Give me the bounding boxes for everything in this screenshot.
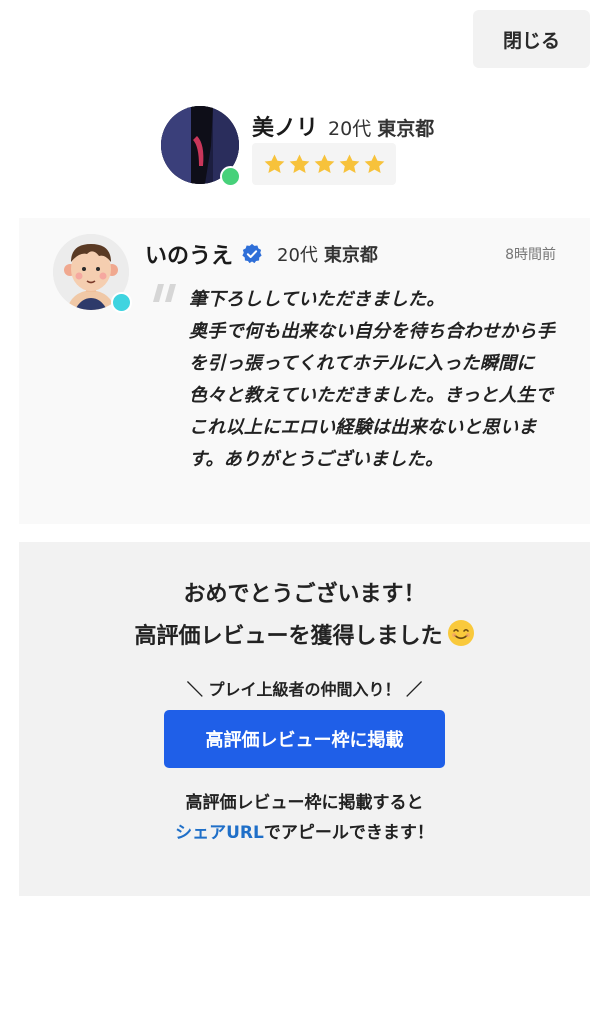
congrats-message: おめでとうございます！ 高評価レビューを獲得しました <box>19 574 590 658</box>
profile-meta: 20代 東京都 <box>328 114 434 141</box>
reviewer-online-indicator <box>111 292 132 313</box>
close-button[interactable]: 閉じる <box>473 10 590 68</box>
star-icon <box>314 153 334 173</box>
promo-note-rest: でアピールできます！ <box>263 823 434 843</box>
reviewer-prefecture: 東京都 <box>323 245 378 266</box>
profile-prefecture: 東京都 <box>377 118 435 140</box>
profile-rating <box>252 143 396 185</box>
reviewer-name: いのうえ <box>145 244 234 269</box>
profile-age: 20代 <box>328 118 372 140</box>
reviewer-age: 20代 <box>277 245 318 266</box>
profile-name: 美ノリ <box>252 116 319 141</box>
post-to-review-slot-button[interactable]: 高評価レビュー枠に掲載 <box>164 710 445 768</box>
review-timestamp: 8時間前 <box>505 247 556 263</box>
promo-tagline: ＼ プレイ上級者の仲間入り！ ／ <box>186 680 423 699</box>
promo-panel: おめでとうございます！ 高評価レビューを獲得しました ＼ プレイ上級者の仲間入り… <box>19 542 590 896</box>
congrats-line-2-wrap: 高評価レビューを獲得しました <box>19 616 590 658</box>
star-icon <box>339 153 359 173</box>
review-text: 筆下ろししていただきました。 奥手で何も出来ない自分を待ち合わせから手を引っ張っ… <box>189 289 555 470</box>
quote-icon <box>153 284 176 302</box>
smiling-face-icon <box>447 620 474 646</box>
star-icon <box>264 153 284 173</box>
promo-note-line-2: シェアURLでアピールできます！ <box>19 818 590 848</box>
reviewer-header: いのうえ 20代 東京都 <box>145 238 378 270</box>
star-icon <box>289 153 309 173</box>
promo-note-line-1: 高評価レビュー枠に掲載すると <box>185 793 424 813</box>
congrats-line-2: 高評価レビューを獲得しました <box>134 624 443 649</box>
reviewer-meta: 20代 東京都 <box>277 241 378 267</box>
promo-note: 高評価レビュー枠に掲載すると シェアURLでアピールできます！ <box>19 788 590 848</box>
share-url-link[interactable]: シェアURL <box>175 823 264 843</box>
star-icon <box>364 153 384 173</box>
verified-badge-icon <box>242 243 262 264</box>
congrats-line-1: おめでとうございます！ <box>183 582 426 607</box>
review-card: いのうえ 20代 東京都 8時間前 筆下ろししていただきました。 奥手で何も出来な… <box>19 218 590 524</box>
profile-online-indicator <box>220 166 241 187</box>
profile-header: 美ノリ 20代 東京都 <box>252 110 434 142</box>
